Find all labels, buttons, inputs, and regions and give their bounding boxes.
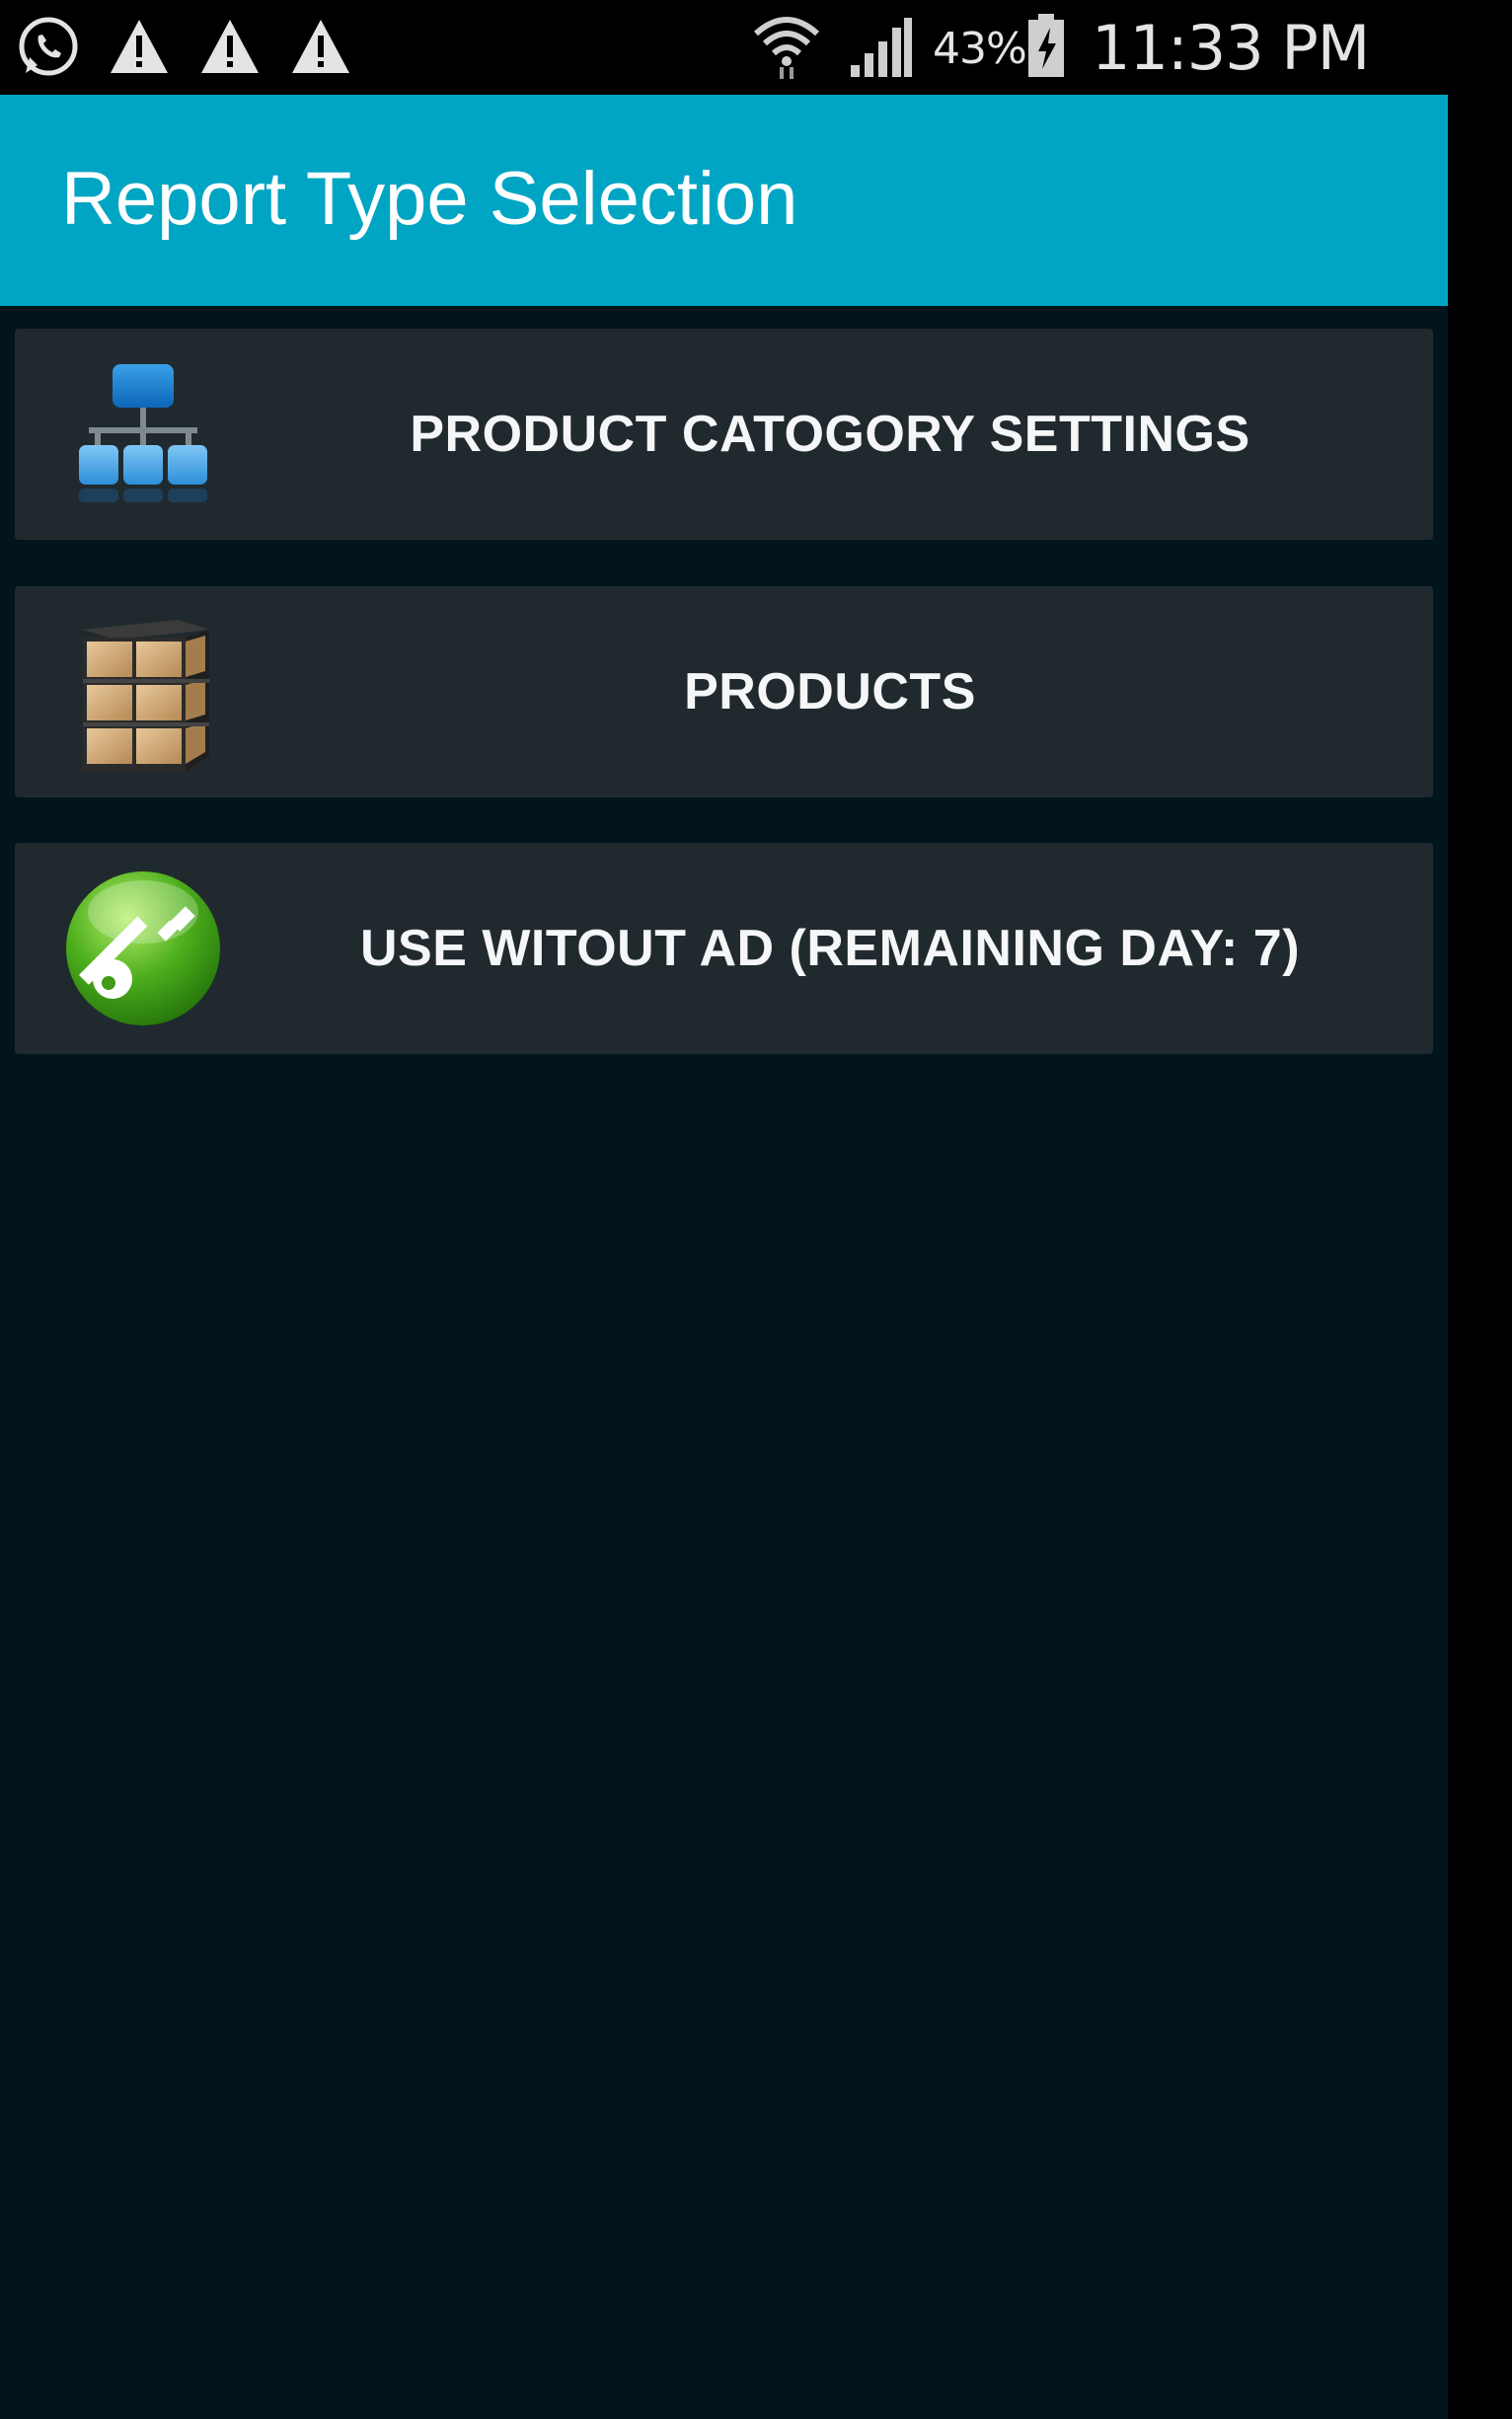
menu-item-label: PRODUCTS — [684, 663, 976, 720]
whatsapp-icon — [16, 14, 81, 84]
status-clock: 11:33 PM — [1092, 12, 1370, 84]
status-bar: 43% 11:33 PM — [0, 0, 1512, 95]
action-bar: Report Type Selection — [0, 95, 1448, 306]
boxes-shelf-icon — [59, 608, 227, 776]
hierarchy-icon — [59, 350, 227, 518]
signal-icon — [849, 16, 914, 82]
battery-charging-icon — [1026, 14, 1066, 84]
menu-item-use-without-ad[interactable]: USE WITOUT AD (REMAINING DAY: 7) — [15, 843, 1433, 1054]
menu-item-label: PRODUCT CATOGORY SETTINGS — [410, 406, 1250, 463]
warning-icon — [290, 18, 351, 80]
page-title: Report Type Selection — [61, 157, 798, 241]
menu-item-product-category-settings[interactable]: PRODUCT CATOGORY SETTINGS — [15, 329, 1433, 540]
warning-icon — [199, 18, 261, 80]
battery-percent: 43% — [933, 24, 1027, 74]
menu-item-products[interactable]: PRODUCTS — [15, 586, 1433, 797]
wifi-icon — [752, 12, 821, 84]
warning-icon — [109, 18, 170, 80]
menu-item-label: USE WITOUT AD (REMAINING DAY: 7) — [359, 920, 1301, 977]
key-icon — [59, 865, 227, 1032]
screen-edge — [1448, 0, 1512, 2419]
